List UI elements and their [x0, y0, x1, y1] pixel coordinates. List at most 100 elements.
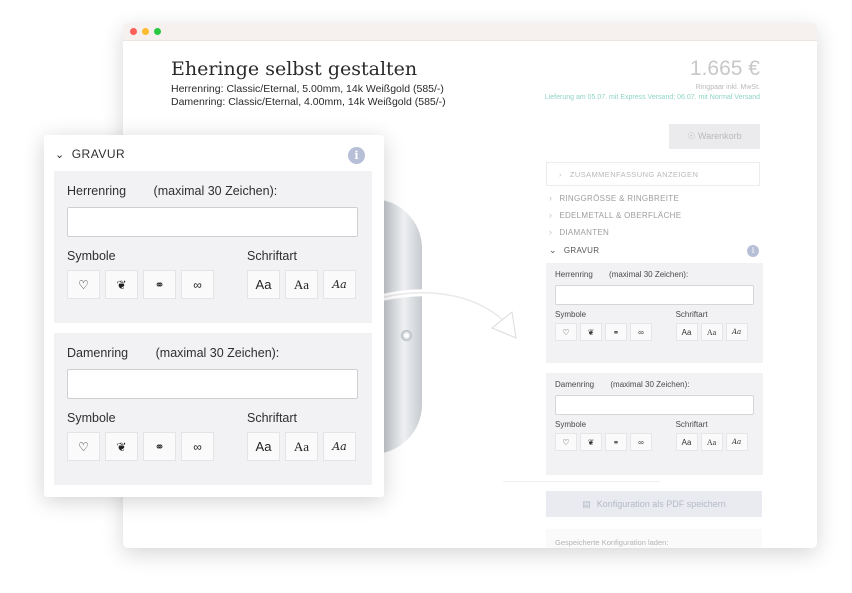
font-serif-button[interactable]: Aa — [700, 323, 723, 341]
ring-name: Damenring — [67, 346, 129, 360]
max-chars: (maximal 30 Zeichen): — [153, 184, 278, 198]
ring-name: Damenring — [555, 380, 595, 389]
accordion-label: GRAVUR — [563, 246, 600, 255]
font-script-button[interactable]: Aa — [323, 270, 356, 299]
font-sans-button[interactable]: Aa — [675, 323, 698, 341]
cart-icon: ☉ — [687, 131, 696, 141]
font-sans-button[interactable]: Aa — [675, 433, 698, 451]
rings-icon[interactable]: ⚭ — [143, 432, 176, 461]
rings-icon[interactable]: ⚭ — [605, 323, 627, 341]
total-price: 1.665 € — [689, 57, 760, 80]
summary-label: ZUSAMMENFASSUNG ANZEIGEN — [569, 169, 699, 179]
font-group: Schriftart Aa Aa Aa — [675, 420, 754, 451]
engraving-input-men[interactable] — [67, 207, 358, 237]
info-icon[interactable]: i — [348, 147, 365, 164]
double-heart-icon[interactable]: ❦ — [105, 270, 138, 299]
symbol-group: Symbole ♡ ❦ ⚭ ∞ — [67, 249, 247, 299]
maximize-window-button[interactable] — [154, 28, 161, 35]
ring-name: Herrenring — [67, 184, 127, 198]
rings-icon[interactable]: ⚭ — [605, 433, 627, 451]
engraving-header[interactable]: ⌄ GRAVUR — [55, 147, 125, 161]
heart-icon[interactable]: ♡ — [67, 432, 100, 461]
saved-config-label: Gespeicherte Konfiguration laden: — [546, 529, 762, 548]
max-chars: (maximal 30 Zeichen): — [155, 346, 280, 360]
symbols-heading: Symbole — [555, 420, 587, 429]
font-sans-button[interactable]: Aa — [247, 270, 280, 299]
close-window-button[interactable] — [130, 28, 137, 35]
max-chars: (maximal 30 Zeichen): — [610, 380, 690, 389]
infinity-icon[interactable]: ∞ — [630, 323, 652, 341]
font-group: Schriftart Aa Aa Aa — [247, 249, 357, 299]
cart-button[interactable]: ☉ Warenkorb — [669, 124, 760, 149]
minimize-window-button[interactable] — [142, 28, 149, 35]
engraving-title: GRAVUR — [71, 147, 126, 161]
options-row: Symbole ♡ ❦ ⚭ ∞ Schriftart Aa Aa Aa — [67, 411, 359, 461]
price-note: Ringpaar inkl. MwSt. — [695, 84, 760, 91]
symbol-group: Symbole ♡ ❦ ⚭ ∞ — [67, 411, 247, 461]
engraving-input-men[interactable] — [555, 285, 754, 305]
accordion-metal[interactable]: › EDELMETALL & OBERFLÄCHE — [549, 210, 681, 220]
options-row: Symbole ♡ ❦ ⚭ ∞ Schriftart Aa Aa Aa — [555, 310, 754, 341]
max-chars: (maximal 30 Zeichen): — [609, 270, 689, 279]
engraving-label: Damenring (maximal 30 Zeichen): — [555, 380, 754, 389]
font-script-button[interactable]: Aa — [725, 433, 748, 451]
document-icon: ▤ — [582, 498, 591, 509]
double-heart-icon[interactable]: ❦ — [580, 323, 602, 341]
infinity-icon[interactable]: ∞ — [630, 433, 652, 451]
double-heart-icon[interactable]: ❦ — [580, 433, 602, 451]
engraving-men-panel: Herrenring (maximal 30 Zeichen): Symbole… — [54, 171, 372, 323]
accordion-ring-size[interactable]: › RINGGRÖSSE & RINGBREITE — [549, 193, 679, 203]
chevron-right-icon: › — [549, 193, 553, 203]
symbol-group: Symbole ♡ ❦ ⚭ ∞ — [555, 310, 676, 341]
accordion-label: RINGGRÖSSE & RINGBREITE — [559, 193, 680, 203]
heart-icon[interactable]: ♡ — [555, 433, 577, 451]
options-row: Symbole ♡ ❦ ⚭ ∞ Schriftart Aa Aa Aa — [555, 420, 754, 451]
font-heading: Schriftart — [247, 411, 298, 425]
engraving-label: Damenring (maximal 30 Zeichen): — [67, 346, 359, 360]
font-heading: Schriftart — [675, 420, 708, 429]
font-sans-button[interactable]: Aa — [247, 432, 280, 461]
rings-icon[interactable]: ⚭ — [143, 270, 176, 299]
double-heart-icon[interactable]: ❦ — [105, 432, 138, 461]
infinity-icon[interactable]: ∞ — [181, 270, 214, 299]
heart-icon[interactable]: ♡ — [67, 270, 100, 299]
font-heading: Schriftart — [247, 249, 298, 263]
chevron-down-icon: ⌄ — [55, 148, 65, 161]
options-row: Symbole ♡ ❦ ⚭ ∞ Schriftart Aa Aa Aa — [67, 249, 359, 299]
ring-name: Herrenring — [555, 270, 593, 279]
symbols-heading: Symbole — [67, 411, 116, 425]
engraving-overlay: ⌄ GRAVUR i Herrenring (maximal 30 Zeiche… — [44, 135, 384, 497]
engraving-label: Herrenring (maximal 30 Zeichen): — [67, 184, 359, 198]
accordion-label: DIAMANTEN — [559, 227, 610, 237]
font-serif-button[interactable]: Aa — [285, 270, 318, 299]
spec-men: Herrenring: Classic/Eternal, 5.00mm, 14k… — [171, 83, 444, 95]
font-serif-button[interactable]: Aa — [285, 432, 318, 461]
accordion-engraving[interactable]: ⌄ GRAVUR — [549, 245, 599, 256]
save-pdf-label: Konfiguration als PDF speichern — [596, 499, 726, 509]
summary-toggle[interactable]: › ZUSAMMENFASSUNG ANZEIGEN — [546, 162, 760, 186]
font-heading: Schriftart — [675, 310, 708, 319]
save-pdf-button[interactable]: ▤ Konfiguration als PDF speichern — [546, 491, 762, 517]
engraving-input-women[interactable] — [555, 395, 754, 415]
chevron-down-icon: ⌄ — [549, 245, 557, 255]
screenshot-stage: Eheringe selbst gestalten Herrenring: Cl… — [0, 0, 852, 593]
symbol-group: Symbole ♡ ❦ ⚭ ∞ — [555, 420, 676, 451]
symbols-heading: Symbole — [555, 310, 587, 319]
engraving-label: Herrenring (maximal 30 Zeichen): — [555, 270, 754, 279]
window-titlebar — [123, 23, 817, 41]
engraving-input-women[interactable] — [67, 369, 358, 399]
font-script-button[interactable]: Aa — [323, 432, 356, 461]
font-script-button[interactable]: Aa — [725, 323, 748, 341]
heart-icon[interactable]: ♡ — [555, 323, 577, 341]
divider — [503, 481, 660, 482]
delivery-info: Lieferung am 05.07. mit Express Versand;… — [544, 94, 760, 101]
info-icon[interactable]: i — [747, 245, 759, 257]
font-group: Schriftart Aa Aa Aa — [247, 411, 357, 461]
small-engraving-men: Herrenring (maximal 30 Zeichen): Symbole… — [546, 263, 763, 363]
font-serif-button[interactable]: Aa — [700, 433, 723, 451]
cart-label: Warenkorb — [697, 131, 742, 141]
accordion-label: EDELMETALL & OBERFLÄCHE — [559, 210, 682, 220]
accordion-diamonds[interactable]: › DIAMANTEN — [549, 227, 609, 237]
chevron-right-icon: › — [559, 169, 562, 179]
infinity-icon[interactable]: ∞ — [181, 432, 214, 461]
